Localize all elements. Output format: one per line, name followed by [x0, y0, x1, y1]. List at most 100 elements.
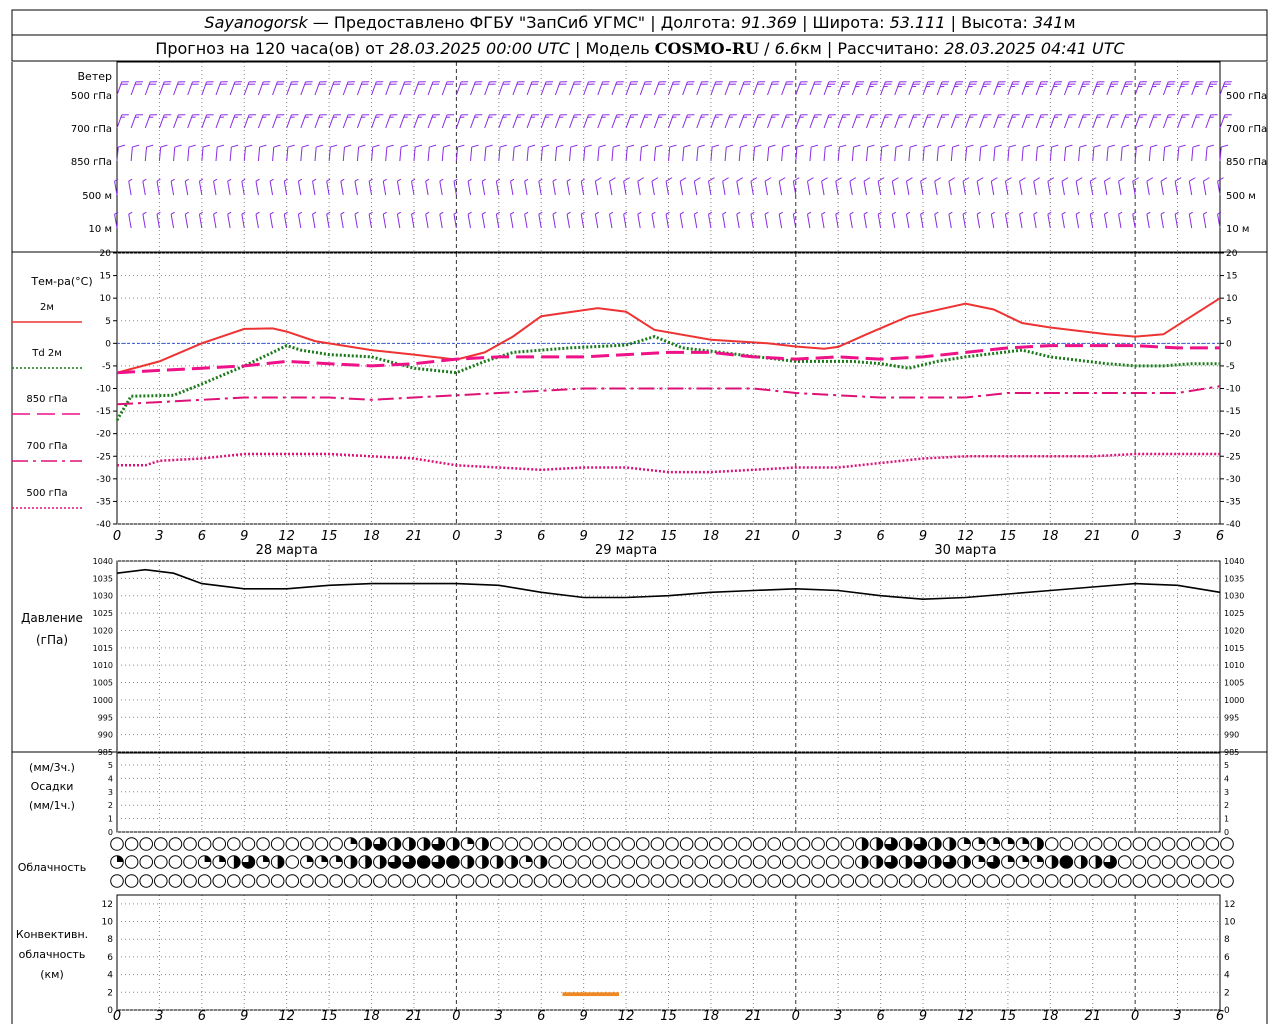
wind-barb-flag	[797, 145, 804, 147]
cloud-fill	[906, 856, 912, 869]
wind-barb-flag	[581, 212, 584, 214]
header-title-part: | Широта:	[797, 13, 890, 32]
wind-barb	[1178, 82, 1190, 95]
wind-barb-staff	[864, 214, 866, 228]
header-subtitle-part: км | Рассчитано:	[800, 39, 944, 58]
wind-barb-staff	[892, 181, 894, 195]
cloud-circle	[359, 875, 372, 888]
wind-barb-flag	[539, 212, 542, 214]
cloud-circle	[563, 856, 576, 869]
cloud-cell	[330, 875, 343, 888]
temp-hour-tick: 12	[618, 529, 635, 544]
wind-barb	[369, 179, 372, 195]
wind-barb-flag	[1122, 145, 1129, 147]
wind-barb	[694, 178, 700, 195]
cloud-cell	[768, 856, 781, 869]
wind-barb-flag	[553, 212, 556, 214]
wind-level-label-right: 850 гПа	[1226, 157, 1267, 168]
wind-barb	[270, 212, 273, 228]
pres-ytick-right: 995	[1224, 713, 1239, 722]
cloud-fill	[263, 856, 269, 862]
wind-barb	[214, 212, 217, 228]
wind-level-label-right: 500 гПа	[1226, 91, 1267, 102]
cloud-cell	[724, 838, 737, 851]
cloud-circle	[710, 856, 723, 869]
wind-barb-flag	[412, 212, 415, 214]
cloud-circle	[1118, 856, 1131, 869]
cloud-circle	[301, 875, 314, 888]
wind-barb-flag	[666, 178, 672, 182]
bottom-hour-tick: 6	[198, 1009, 206, 1024]
wind-level-label-right: 500 м	[1226, 191, 1256, 202]
cloud-cell	[344, 875, 357, 888]
wind-barb-flag	[256, 179, 259, 181]
wind-barb	[383, 179, 386, 195]
conv-ytick-left: 10	[102, 918, 114, 928]
cloud-circle	[812, 856, 825, 869]
cloud-circle	[826, 875, 839, 888]
wind-barb	[951, 115, 963, 128]
cloud-cell	[140, 856, 153, 869]
wind-barb	[977, 212, 980, 228]
cloud-circle	[666, 856, 679, 869]
cloud-circle	[155, 875, 168, 888]
wind-barb	[527, 145, 535, 161]
wind-barb-staff	[1062, 181, 1064, 195]
wind-barb	[1036, 82, 1048, 95]
wind-barb-flag	[694, 212, 697, 214]
cloud-circle	[1206, 838, 1219, 851]
wind-barb	[1076, 178, 1082, 195]
conv-ytick-right: 2	[1224, 988, 1230, 998]
wind-barb	[159, 115, 171, 128]
bottom-hour-tick: 21	[406, 1009, 423, 1024]
cloud-cell	[622, 856, 635, 869]
wind-barb-staff	[214, 214, 216, 228]
wind-barb-staff	[652, 214, 654, 228]
cloud-circle	[1104, 838, 1117, 851]
wind-barb-staff	[270, 181, 272, 195]
wind-barb-staff	[694, 214, 696, 228]
cloud-circle	[710, 838, 723, 851]
wind-barb-staff	[624, 181, 626, 195]
cloud-fill	[964, 856, 970, 869]
wind-barb	[372, 115, 384, 128]
cloud-circle	[563, 838, 576, 851]
wind-barb-flag	[1005, 212, 1008, 214]
wind-barb-flag	[1147, 178, 1153, 182]
wind-barb	[426, 179, 429, 195]
wind-barb	[640, 82, 652, 95]
wind-barb-staff	[1036, 147, 1037, 161]
wind-barb-flag	[359, 145, 366, 147]
wind-barb-flag	[486, 145, 493, 147]
wind-barb	[499, 145, 507, 161]
cloud-circle	[812, 875, 825, 888]
wind-barb-staff	[511, 214, 513, 228]
cloud-fill	[1008, 838, 1014, 844]
cloud-circle	[476, 875, 489, 888]
wind-barb	[171, 212, 174, 228]
cloud-cell	[403, 838, 416, 851]
wind-barb	[1022, 82, 1034, 95]
wind-barb-staff	[1192, 147, 1193, 161]
legend-label-t2m: 2м	[40, 302, 54, 313]
wind-barb	[765, 178, 771, 195]
wind-barb	[256, 179, 259, 195]
wind-barb-staff	[711, 147, 712, 161]
cloud-cell	[549, 856, 562, 869]
wind-barb-flag	[571, 145, 578, 147]
cloud-circle	[841, 856, 854, 869]
temp-hour-tick: 0	[1131, 529, 1139, 544]
wind-barb-flag	[708, 212, 711, 214]
day-label: 30 марта	[934, 543, 996, 558]
wind-barb-flag	[624, 212, 627, 214]
wind-barb-flag	[850, 212, 853, 214]
cloud-cell	[958, 856, 971, 869]
cloud-circle	[651, 838, 664, 851]
wind-barb-staff	[737, 181, 739, 195]
wind-barb-flag	[468, 212, 471, 214]
wind-barb-staff	[496, 214, 498, 228]
wind-barb	[397, 212, 400, 228]
wind-barb	[228, 179, 231, 195]
cloud-fill	[964, 838, 970, 844]
wind-barb-staff	[256, 181, 258, 195]
